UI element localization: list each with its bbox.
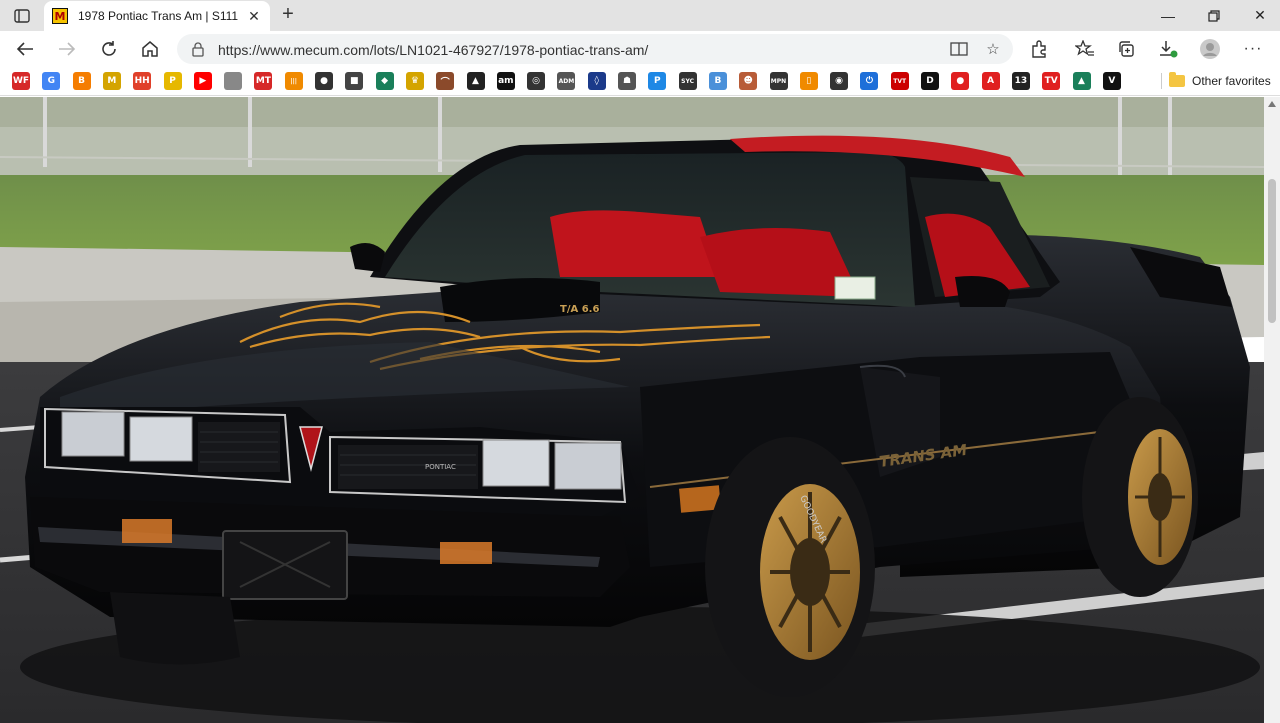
favorite-page-icon[interactable] (224, 72, 243, 90)
extensions-button[interactable] (1024, 35, 1054, 63)
tab-strip: M 1978 Pontiac Trans Am | S111 | L ✕ + —… (0, 0, 1280, 31)
favorite-adm-icon[interactable]: ADM (557, 72, 576, 90)
favorite-hh-icon[interactable]: HH (133, 72, 152, 90)
tab-actions-button[interactable] (8, 4, 36, 28)
more-dots-icon: ··· (1243, 40, 1263, 57)
favorite-a-icon[interactable]: A (981, 72, 1000, 90)
favorite-helmet-icon[interactable]: ◉ (830, 72, 849, 90)
restore-icon (1208, 9, 1220, 22)
favorite-tvt-icon[interactable]: TVT (890, 72, 909, 90)
active-tab[interactable]: M 1978 Pontiac Trans Am | S111 | L ✕ (44, 1, 270, 31)
favorite-hand-icon[interactable]: ☗ (618, 72, 636, 90)
favorite-mecum-icon[interactable]: M (102, 72, 121, 90)
navigation-bar: https://www.mecum.com/lots/LN1021-467927… (0, 31, 1280, 66)
maximize-button[interactable] (1191, 0, 1237, 31)
tab-title: 1978 Pontiac Trans Am | S111 | L (78, 9, 238, 23)
favorite-13-icon[interactable]: 13 (1011, 72, 1030, 90)
favorite-mpn-icon[interactable]: MPN (769, 72, 788, 90)
collections-button[interactable] (1111, 35, 1141, 63)
avatar-icon (1200, 39, 1220, 59)
scroll-thumb[interactable] (1268, 179, 1276, 323)
lock-icon (192, 42, 204, 57)
favorite-bars-icon[interactable]: ||| (284, 72, 303, 90)
favorite-tv-icon[interactable]: TV (1042, 72, 1061, 90)
left-turn-signal (122, 519, 172, 543)
favorite-hagerty-icon[interactable]: ◆ (375, 72, 394, 90)
refresh-icon (102, 41, 116, 56)
favorite-am-icon[interactable]: am (496, 72, 515, 90)
favorites-bar: WF G B M HH P ▶ MT ||| ● ■ ◆ ♛ ⌒ ▲ am ◎ ADM ◊ ☗ P SYC B ☻ MPN ▯ ◉ ⏻… (0, 66, 1280, 96)
right-turn-signal (440, 542, 492, 564)
favorite-wf-icon[interactable]: WF (12, 72, 30, 90)
other-favorites-label: Other favorites (1192, 74, 1271, 88)
settings-more-button[interactable]: ··· (1238, 35, 1268, 63)
download-icon (1160, 41, 1178, 58)
add-favorite-icon[interactable]: ☆ (981, 38, 1005, 60)
grille-badge: PONTIAC (425, 463, 456, 471)
favorites-button[interactable] (1070, 35, 1100, 63)
favorite-b-icon[interactable]: B (708, 72, 727, 90)
favorite-google-icon[interactable]: G (42, 72, 61, 90)
page-content: T/A 6.6 PONTIAC TRANS AM GOODYEAR (0, 97, 1264, 723)
favorite-bat-icon[interactable]: ■ (345, 72, 364, 90)
favorite-badge-icon[interactable]: ● (315, 72, 333, 90)
favorite-red-circle-icon[interactable]: ● (951, 72, 970, 90)
favorite-v-icon[interactable]: V (1102, 72, 1121, 90)
right-inner-headlight (482, 439, 550, 487)
favorite-ll-icon[interactable]: ▯ (799, 72, 818, 90)
page-scrollbar[interactable] (1264, 97, 1280, 723)
favorite-shield-icon[interactable]: ◊ (587, 72, 606, 90)
scroll-up-arrow-icon[interactable] (1268, 101, 1276, 107)
favorite-wheel-icon[interactable]: ◎ (527, 72, 546, 90)
home-icon (142, 41, 158, 57)
close-window-button[interactable]: ✕ (1237, 0, 1280, 31)
puzzle-icon (1032, 40, 1046, 58)
home-button[interactable] (135, 35, 165, 63)
url-text[interactable]: https://www.mecum.com/lots/LN1021-467927… (218, 42, 648, 58)
folder-icon (1169, 72, 1185, 87)
favorites-star-icon (1075, 40, 1094, 56)
favorite-p-icon[interactable]: P (648, 72, 667, 90)
new-tab-button[interactable]: + (277, 4, 299, 26)
back-arrow-icon (16, 42, 33, 56)
mecum-favicon-icon: M (52, 8, 68, 24)
favorites-separator (1161, 73, 1162, 89)
favorite-pb-icon[interactable]: P (163, 72, 182, 90)
collections-icon (1119, 41, 1134, 57)
immersive-reader-icon[interactable] (947, 38, 971, 60)
back-button[interactable] (10, 35, 40, 63)
close-tab-icon[interactable]: ✕ (246, 8, 262, 24)
forward-button[interactable] (52, 35, 82, 63)
car-photo: T/A 6.6 PONTIAC TRANS AM GOODYEAR (0, 97, 1264, 723)
minimize-button[interactable]: — (1145, 0, 1191, 31)
favorite-avatar-icon[interactable]: ☻ (739, 72, 758, 90)
favorite-triangle-icon[interactable]: ▲ (1072, 72, 1091, 90)
hood-badge: T/A 6.6 (560, 304, 599, 315)
address-bar[interactable]: https://www.mecum.com/lots/LN1021-467927… (177, 34, 1013, 64)
favorite-power-icon[interactable]: ⏻ (860, 72, 879, 90)
right-outer-headlight (554, 442, 622, 490)
left-inner-headlight (129, 416, 193, 462)
favorite-trophy-icon[interactable]: ♛ (405, 72, 424, 90)
favorite-car-icon[interactable]: ▲ (466, 72, 485, 90)
favorite-youtube-icon[interactable]: ▶ (193, 72, 212, 90)
refresh-button[interactable] (94, 35, 124, 63)
forward-arrow-icon (59, 42, 76, 56)
left-outer-headlight (61, 411, 125, 457)
profile-button[interactable] (1195, 35, 1225, 63)
favorite-d-icon[interactable]: D (921, 72, 939, 90)
downloads-button[interactable] (1153, 35, 1183, 63)
favorite-hat-icon[interactable]: ⌒ (436, 72, 455, 90)
tab-actions-icon (14, 9, 30, 23)
favorite-mt-icon[interactable]: MT (254, 72, 273, 90)
favorite-blogger-icon[interactable]: B (72, 72, 91, 90)
other-favorites-folder[interactable]: Other favorites (1169, 72, 1271, 90)
favorite-syc-icon[interactable]: SYC (678, 72, 697, 90)
